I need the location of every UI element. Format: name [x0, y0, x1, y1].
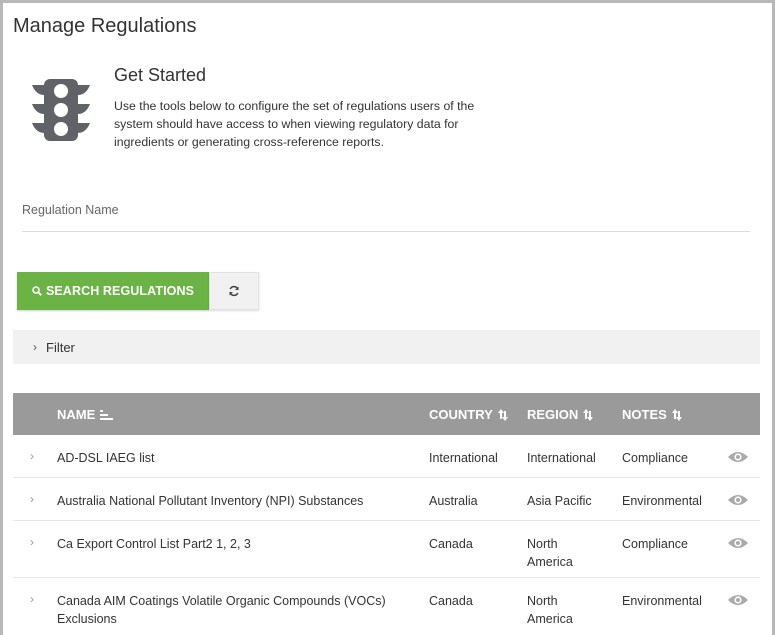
cell-name: Canada AIM Coatings Volatile Organic Com…	[57, 594, 386, 626]
search-icon	[32, 286, 42, 296]
app-frame: Manage Regulations Get Started Use the t…	[0, 0, 775, 635]
intro-text: Use the tools below to configure the set…	[114, 99, 475, 149]
regulation-name-underline	[22, 231, 750, 232]
table-header: NAME COUNTRY REGION NOTES	[13, 393, 760, 435]
cell-region: Asia Pacific	[527, 494, 592, 508]
column-header-notes[interactable]: NOTES	[622, 407, 682, 422]
cell-country: Australia	[429, 494, 478, 508]
cell-name: Ca Export Control List Part2 1, 2, 3	[57, 537, 251, 551]
sort-icon	[583, 408, 594, 421]
cell-country: Canada	[429, 537, 473, 551]
cell-region: International	[527, 451, 596, 465]
column-header-country[interactable]: COUNTRY	[429, 407, 508, 422]
sort-icon	[497, 408, 508, 421]
reset-button[interactable]	[209, 272, 259, 310]
expand-row-icon[interactable]: ›	[30, 592, 34, 606]
filter-toggle[interactable]: › Filter	[13, 330, 760, 364]
cell-name: Australia National Pollutant Inventory (…	[57, 494, 364, 508]
refresh-icon	[229, 285, 239, 297]
cell-notes: Environmental	[622, 594, 702, 608]
cell-region: North America	[527, 594, 573, 626]
view-eye-icon[interactable]	[728, 493, 748, 507]
cell-region: North America	[527, 537, 573, 569]
regulation-name-field[interactable]: Regulation Name	[22, 203, 119, 217]
cell-country: Canada	[429, 594, 473, 608]
regulations-table: NAME COUNTRY REGION NOTES › AD-DSL IAEG …	[13, 393, 760, 635]
expand-row-icon[interactable]: ›	[30, 535, 34, 549]
chevron-right-icon: ›	[33, 340, 37, 354]
table-row[interactable]: › Ca Export Control List Part2 1, 2, 3 C…	[13, 521, 760, 578]
cell-country: International	[429, 451, 498, 465]
expand-row-icon[interactable]: ›	[30, 449, 34, 463]
search-regulations-button[interactable]: SEARCH REGULATIONS	[17, 272, 209, 310]
get-started-heading: Get Started	[114, 65, 207, 85]
traffic-light-icon	[32, 79, 90, 141]
expand-row-icon[interactable]: ›	[30, 492, 34, 506]
cell-notes: Environmental	[622, 494, 702, 508]
sort-icon	[671, 408, 682, 421]
view-eye-icon[interactable]	[728, 536, 748, 550]
cell-name: AD-DSL IAEG list	[57, 451, 155, 465]
cell-notes: Compliance	[622, 537, 689, 551]
cell-notes: Compliance	[622, 451, 689, 465]
table-row[interactable]: › Canada AIM Coatings Volatile Organic C…	[13, 578, 760, 635]
view-eye-icon[interactable]	[728, 450, 748, 464]
search-regulations-label: SEARCH REGULATIONS	[45, 284, 195, 298]
sort-ascending-icon	[100, 409, 114, 420]
view-eye-icon[interactable]	[728, 593, 748, 607]
table-row[interactable]: › AD-DSL IAEG list International Interna…	[13, 435, 760, 478]
page-title: Manage Regulations	[13, 15, 197, 37]
filter-label: Filter	[46, 339, 75, 355]
table-row[interactable]: › Australia National Pollutant Inventory…	[13, 478, 760, 521]
column-header-region[interactable]: REGION	[527, 407, 594, 422]
column-header-name[interactable]: NAME	[57, 407, 114, 422]
